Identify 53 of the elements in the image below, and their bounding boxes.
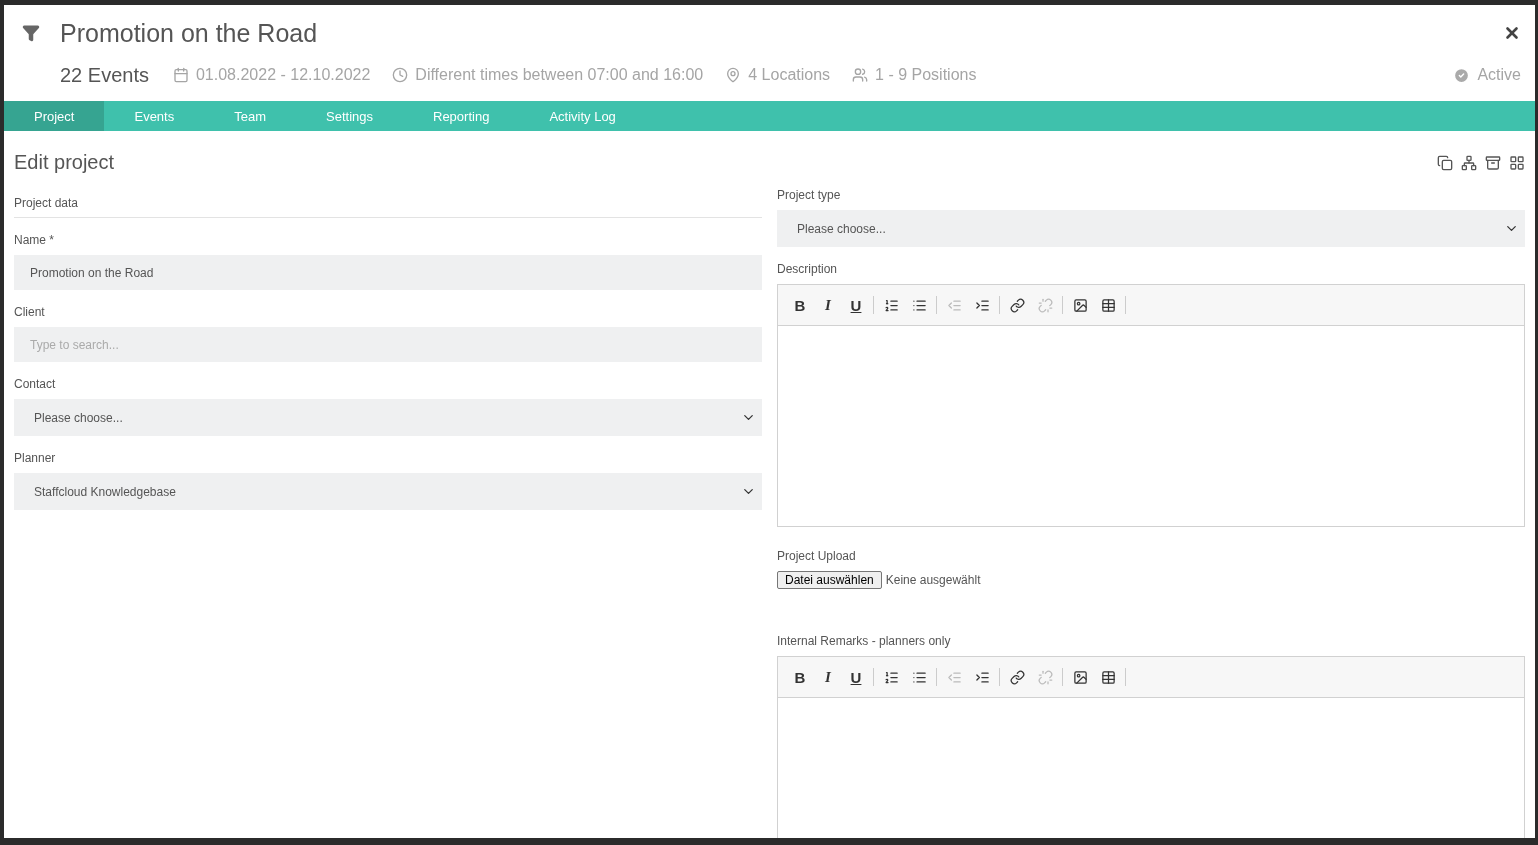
field-label: Project type (777, 188, 842, 202)
field-label: Description (777, 262, 839, 276)
file-status: Keine ausgewählt (885, 573, 981, 587)
pin-icon (725, 67, 742, 83)
people-icon (852, 67, 869, 83)
close-icon[interactable] (1503, 24, 1521, 42)
underline-button[interactable]: U (842, 296, 870, 314)
field-label: Project Upload (777, 549, 857, 563)
meta-text: Different times between 07:00 and 16:00 (415, 66, 704, 84)
bold-button[interactable]: B (786, 668, 814, 686)
field-label: Internal Remarks - planners only (777, 634, 952, 648)
rich-text-editor[interactable]: B I U (777, 656, 1525, 838)
events-count: 22 Events (60, 63, 149, 87)
project-title: Promotion on the Road (60, 18, 319, 48)
bold-button[interactable]: B (786, 296, 814, 314)
status-text: Active (1477, 66, 1521, 84)
field-label: Client (14, 305, 46, 319)
field-label: Contact (14, 377, 57, 391)
field-label: Name * (14, 233, 55, 247)
indent-icon[interactable] (974, 297, 990, 313)
meta-text: 1 - 9 Positions (875, 66, 977, 84)
clock-icon (392, 67, 409, 83)
select-field[interactable]: Please choose... (14, 399, 762, 436)
hierarchy-icon[interactable] (1461, 154, 1477, 171)
select-field[interactable]: Staffcloud Knowledgebase (14, 473, 762, 510)
choose-file-button[interactable]: Datei auswählen (777, 571, 882, 589)
meta-text: 4 Locations (748, 66, 831, 84)
link-icon[interactable] (1009, 297, 1025, 313)
field-label: Planner (14, 451, 57, 465)
ol-icon[interactable] (883, 669, 899, 685)
table-icon[interactable] (1100, 297, 1116, 313)
image-icon[interactable] (1072, 669, 1088, 685)
copy-icon[interactable] (1437, 154, 1453, 171)
filter-icon[interactable] (22, 24, 40, 42)
ol-icon[interactable] (883, 297, 899, 313)
grid-icon[interactable] (1509, 154, 1525, 171)
underline-button[interactable]: U (842, 668, 870, 686)
indent-icon[interactable] (974, 669, 990, 685)
link-icon[interactable] (1009, 669, 1025, 685)
calendar-icon (172, 67, 189, 83)
italic-button[interactable]: I (814, 296, 842, 314)
meta-text: 01.08.2022 - 12.10.2022 (195, 66, 371, 84)
page-title: Edit project (14, 151, 115, 174)
rich-text-editor[interactable]: B I U (777, 284, 1525, 527)
section-heading: Project data (14, 188, 762, 218)
ul-icon[interactable] (911, 669, 927, 685)
input-field[interactable]: Promotion on the Road (14, 255, 762, 290)
select-field[interactable]: Please choose... (777, 210, 1525, 247)
italic-button[interactable]: I (814, 668, 842, 686)
ul-icon[interactable] (911, 297, 927, 313)
image-icon[interactable] (1072, 297, 1088, 313)
archive-icon[interactable] (1485, 154, 1501, 171)
table-icon[interactable] (1100, 669, 1116, 685)
